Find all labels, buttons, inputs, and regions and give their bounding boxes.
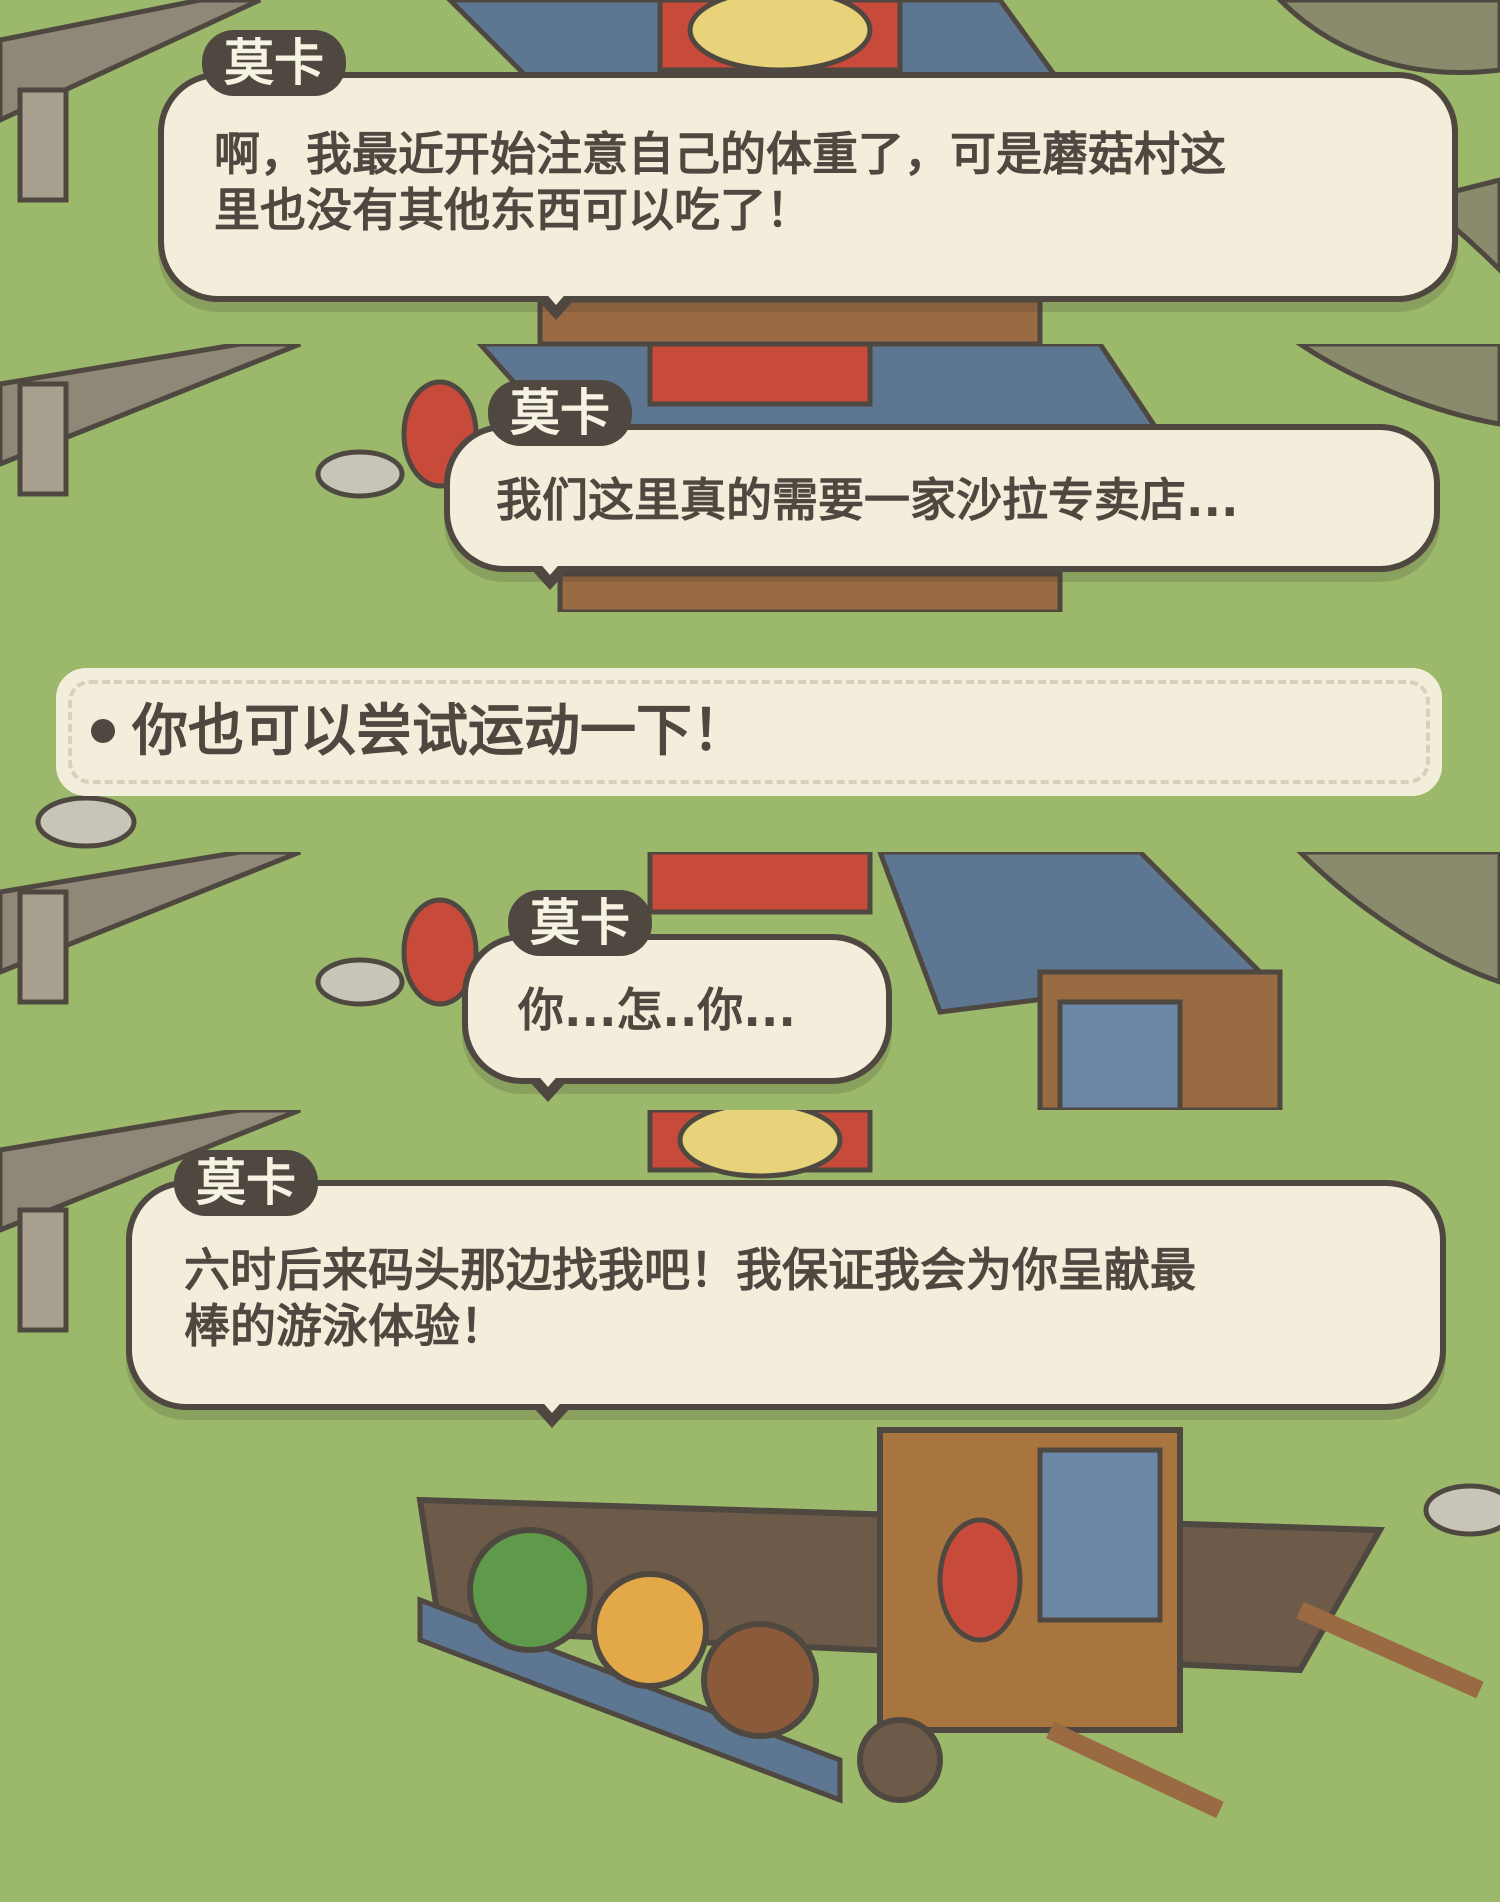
dog-customer bbox=[701, 1621, 819, 1739]
dialog-panel-1: 莫卡 啊，我最近开始注意自己的体重了，可是蘑菇村这 里也没有其他东西可以吃了！ bbox=[0, 0, 1500, 344]
stone bbox=[35, 795, 137, 849]
speaker-name-tag: 莫卡 bbox=[508, 890, 652, 956]
speaker-name-tag: 莫卡 bbox=[202, 30, 346, 96]
bubble-tail bbox=[532, 1398, 572, 1428]
speaker-name-tag: 莫卡 bbox=[174, 1150, 318, 1216]
stone bbox=[1423, 1483, 1500, 1537]
turtle-shell bbox=[467, 1527, 593, 1653]
bullet-icon bbox=[91, 719, 115, 743]
dialog-panel-3: 莫卡 你...怎..你... bbox=[0, 852, 1500, 1110]
speaker-name-tag: 莫卡 bbox=[488, 380, 632, 446]
dialog-text: 我们这里真的需要一家沙拉专卖店... bbox=[496, 472, 1238, 528]
bubble-tail bbox=[528, 1072, 568, 1102]
dialog-text: 六时后来码头那边找我吧！我保证我会为你呈献最 棒的游泳体验！ bbox=[184, 1242, 1196, 1354]
dialog-panel-2: 莫卡 我们这里真的需要一家沙拉专卖店... bbox=[0, 344, 1500, 612]
dialog-panel-4: 莫卡 六时后来码头那边找我吧！我保证我会为你呈献最 棒的游泳体验！ bbox=[0, 1110, 1500, 1902]
dialog-line: 棒的游泳体验！ bbox=[184, 1299, 506, 1353]
dialog-line: 里也没有其他东西可以吃了！ bbox=[214, 183, 812, 237]
dialog-line: 你...怎..你... bbox=[518, 983, 796, 1037]
paper-lantern bbox=[937, 1517, 1023, 1643]
dialog-text: 啊，我最近开始注意自己的体重了，可是蘑菇村这 里也没有其他东西可以吃了！ bbox=[214, 126, 1226, 238]
dialog-line: 啊，我最近开始注意自己的体重了，可是蘑菇村这 bbox=[214, 127, 1226, 181]
bubble-tail bbox=[536, 290, 576, 320]
stone bbox=[315, 957, 405, 1007]
cat-customer bbox=[591, 1571, 709, 1689]
dialog-text: 你...怎..你... bbox=[518, 982, 796, 1038]
bubble-tail bbox=[530, 560, 570, 590]
cart-wheel bbox=[857, 1717, 943, 1803]
noodle-bowl bbox=[677, 1110, 843, 1179]
dialog-line: 六时后来码头那边找我吧！我保证我会为你呈献最 bbox=[184, 1243, 1196, 1297]
stone bbox=[315, 449, 405, 499]
dialog-line: 我们这里真的需要一家沙拉专卖店... bbox=[496, 473, 1239, 527]
choice-label: 你也可以尝试运动一下！ bbox=[132, 699, 748, 764]
